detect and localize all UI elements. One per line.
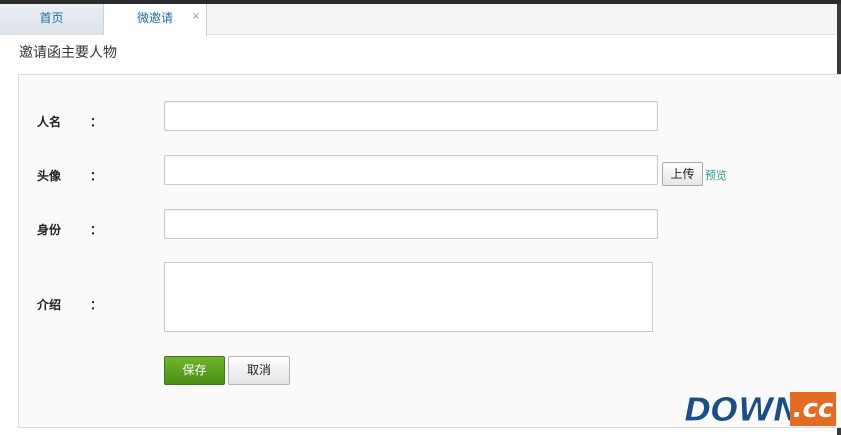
avatar-label: 头像 — [37, 169, 62, 183]
tab-micro-invite-label: 微邀请 — [136, 11, 173, 25]
identity-label: 身份 — [37, 223, 62, 237]
intro-textarea[interactable] — [164, 262, 653, 332]
avatar-input[interactable] — [164, 155, 658, 185]
tab-home[interactable]: 首页 — [0, 4, 104, 35]
page-title: 邀请函主要人物 — [19, 45, 117, 61]
watermark-text: DOWN — [683, 390, 800, 430]
identity-colon: ： — [90, 223, 103, 237]
name-label: 人名 — [37, 115, 62, 129]
save-button[interactable]: 保存 — [164, 356, 225, 385]
intro-label: 介绍 — [37, 298, 62, 312]
tab-home-label: 首页 — [39, 11, 64, 25]
upload-button[interactable]: 上传 — [662, 162, 703, 186]
name-colon: ： — [90, 115, 103, 129]
identity-input[interactable] — [164, 209, 658, 239]
tab-bar: 首页 微邀请 × — [0, 4, 841, 36]
watermark-logo: DOWN .cc — [683, 390, 836, 430]
close-icon[interactable]: × — [192, 2, 200, 31]
watermark-suffix: .cc — [790, 392, 836, 426]
avatar-colon: ： — [90, 169, 103, 183]
cancel-button[interactable]: 取消 — [228, 356, 290, 385]
intro-colon: ： — [90, 298, 103, 312]
name-input[interactable] — [164, 101, 658, 131]
tab-micro-invite[interactable]: 微邀请 × — [104, 4, 207, 36]
preview-link[interactable]: 预览 — [705, 167, 727, 183]
